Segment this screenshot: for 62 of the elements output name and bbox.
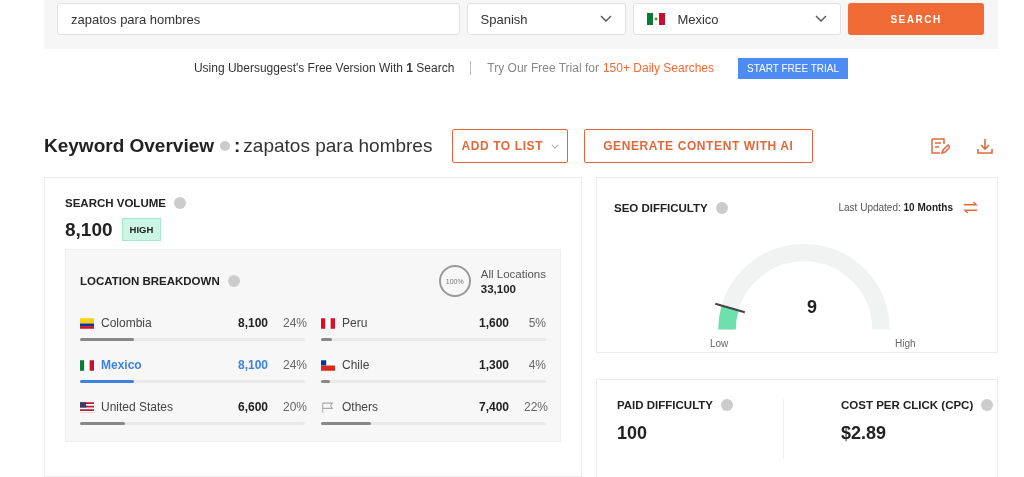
flag-icon	[80, 359, 94, 371]
country-volume: 6,600	[237, 400, 268, 414]
country-volume: 8,100	[237, 358, 268, 372]
flag-icon	[80, 401, 94, 413]
country-name[interactable]: Others	[342, 400, 378, 414]
help-icon[interactable]	[715, 201, 728, 214]
flag-icon	[321, 359, 335, 371]
country-percent: 24%	[283, 358, 305, 372]
download-icon[interactable]	[976, 137, 994, 155]
flag-icon	[80, 317, 94, 329]
help-icon[interactable]	[981, 399, 994, 411]
country-percent: 22%	[524, 400, 546, 414]
country-name[interactable]: Chile	[342, 358, 370, 372]
metric-label: COST PER CLICK (CPC)	[841, 399, 974, 411]
country-percent: 20%	[283, 400, 305, 414]
help-icon[interactable]	[220, 141, 231, 151]
country-volume: 1,600	[478, 316, 509, 330]
free-version-text: Using Ubersuggest's Free Version With 1 Search	[193, 61, 455, 75]
country-percent: 24%	[283, 316, 305, 330]
refresh-icon[interactable]	[962, 200, 979, 215]
country-name[interactable]: Peru	[342, 316, 368, 330]
country-percent: 5%	[527, 316, 546, 330]
gauge-low-label: Low	[710, 338, 729, 349]
flag-icon	[321, 317, 335, 329]
keyword-field[interactable]: zapatos para hombres	[57, 3, 460, 35]
all-locations-label: All Locations	[480, 267, 546, 280]
language-dropdown[interactable]: Spanish	[466, 3, 627, 35]
country-name[interactable]: United States	[101, 400, 174, 414]
all-locations-value: 33,100	[480, 282, 517, 295]
country-volume: 7,400	[478, 400, 509, 414]
caret-icon	[551, 143, 560, 149]
metric-label: PAID DIFFICULTY	[617, 399, 714, 411]
mexico-flag-icon	[647, 13, 666, 25]
search-volume-value: 8,100	[65, 218, 113, 241]
country-dropdown[interactable]: Mexico	[633, 3, 842, 35]
country-volume: 8,100	[237, 316, 268, 330]
country-percent: 4%	[527, 358, 546, 372]
help-icon[interactable]	[721, 399, 734, 411]
last-updated-text: Last Updated: 10 Months	[838, 202, 953, 213]
metric-value: $2.89	[841, 423, 888, 444]
country-name[interactable]: Colombia	[101, 316, 152, 330]
country-name[interactable]: Mexico	[101, 358, 142, 372]
title-separator: :	[234, 135, 241, 157]
help-icon[interactable]	[227, 275, 240, 287]
gauge-marker	[714, 302, 746, 314]
overview-keyword: zapatos para hombres	[243, 135, 433, 157]
chevron-down-icon	[600, 15, 613, 23]
seo-difficulty-value: 9	[807, 297, 817, 318]
edit-note-icon[interactable]	[930, 137, 950, 155]
search-volume-label: SEARCH VOLUME	[65, 197, 166, 209]
gauge-fill	[718, 305, 739, 330]
metric-value: 100	[617, 423, 649, 444]
help-icon[interactable]	[173, 197, 186, 209]
volume-level-tag: HIGH	[121, 218, 162, 241]
gauge-high-label: High	[895, 338, 916, 349]
chevron-down-icon	[815, 15, 828, 23]
seo-difficulty-label: SEO DIFFICULTY	[614, 201, 708, 214]
trial-text: Try Our Free Trial for	[487, 61, 599, 75]
country-volume: 1,300	[478, 358, 509, 372]
location-breakdown-label: LOCATION BREAKDOWN	[80, 275, 220, 287]
overview-title: Keyword Overview	[44, 135, 215, 157]
flag-outline-icon	[321, 401, 335, 413]
